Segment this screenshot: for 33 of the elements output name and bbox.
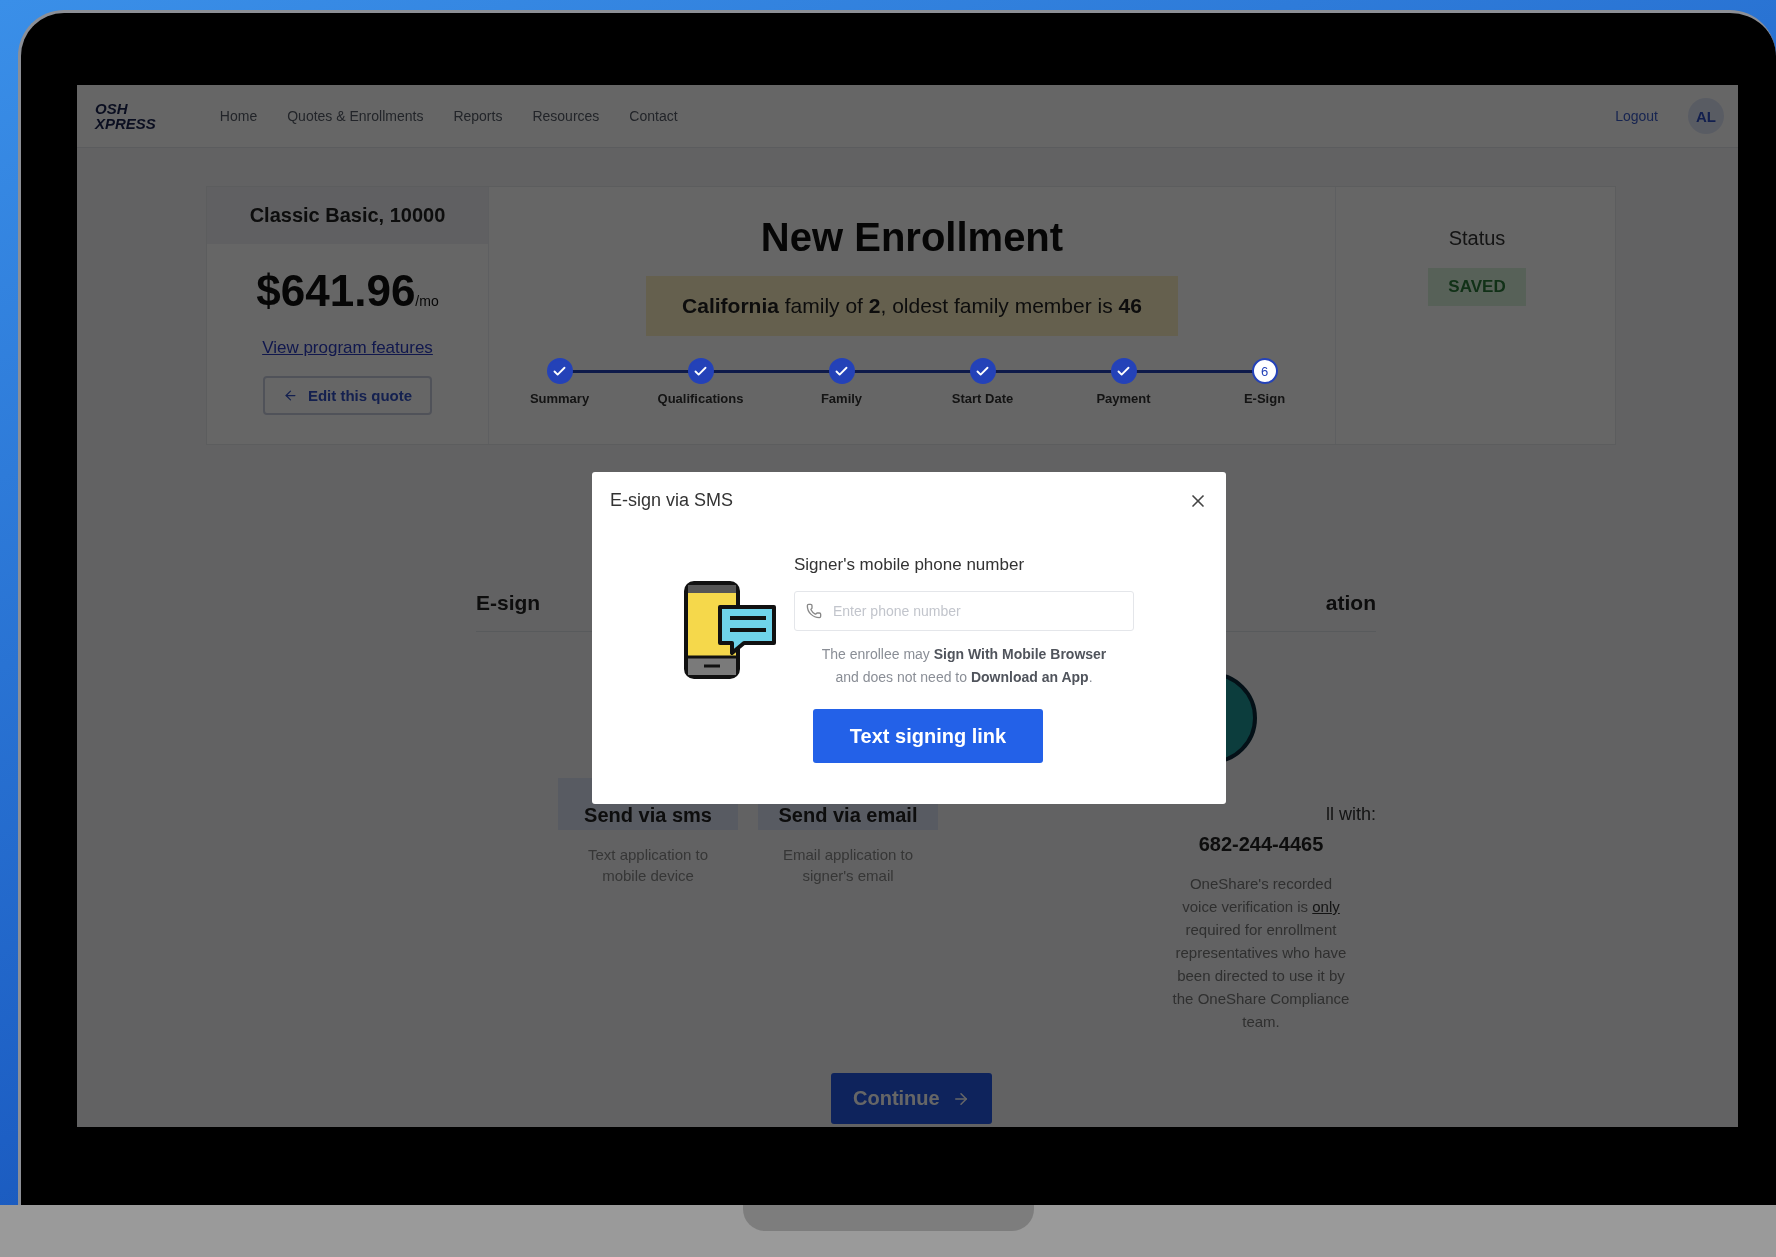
- step-label: Family: [820, 391, 863, 406]
- phone-number: 682-244-4465: [1198, 833, 1324, 856]
- dialog-note: The enrollee may Sign With Mobile Browser and does not need to Download an App.: [820, 645, 1108, 687]
- edit-quote-button[interactable]: Edit this quote: [262, 376, 433, 415]
- nav-link[interactable]: Contact: [629, 108, 678, 124]
- status-label: Status: [1448, 227, 1506, 250]
- step-label: Payment: [1096, 391, 1151, 406]
- nav-link[interactable]: Home: [219, 108, 258, 124]
- phone-input-field[interactable]: Enter phone number: [794, 591, 1134, 631]
- step-number: 6: [1251, 358, 1278, 384]
- phone-icon: [806, 603, 822, 619]
- step-label: Summary: [529, 391, 590, 406]
- program-features-link[interactable]: View program features: [262, 338, 433, 358]
- text-signing-link-button[interactable]: Text signing link: [813, 709, 1043, 763]
- nav-link[interactable]: Resources: [532, 108, 600, 124]
- step-label: E-Sign: [1243, 391, 1286, 406]
- step-label: Qualifications: [657, 391, 744, 406]
- nav-link[interactable]: Reports: [453, 108, 503, 124]
- family-banner: California family of 2, oldest family member is 46: [646, 276, 1178, 336]
- status-badge: SAVED: [1428, 268, 1526, 306]
- price: $641.96/mo: [256, 266, 439, 316]
- step-label: Start Date: [951, 391, 1014, 406]
- plan-name: Classic Basic, 10000: [207, 187, 488, 244]
- call-instruction: ll with:: [1326, 804, 1376, 825]
- dialog-title: E-sign via SMS: [610, 490, 734, 511]
- user-avatar[interactable]: AL: [1688, 98, 1724, 134]
- continue-button[interactable]: Continue: [831, 1073, 992, 1124]
- logout-link[interactable]: Logout: [1615, 108, 1658, 124]
- phone-message-icon: [684, 581, 778, 681]
- logo[interactable]: OSH XPRESS: [95, 101, 156, 131]
- field-label: Signer's mobile phone number: [794, 555, 1026, 575]
- nav-link[interactable]: Quotes & Enrollments: [287, 108, 424, 124]
- page-title: New Enrollment: [760, 215, 1064, 260]
